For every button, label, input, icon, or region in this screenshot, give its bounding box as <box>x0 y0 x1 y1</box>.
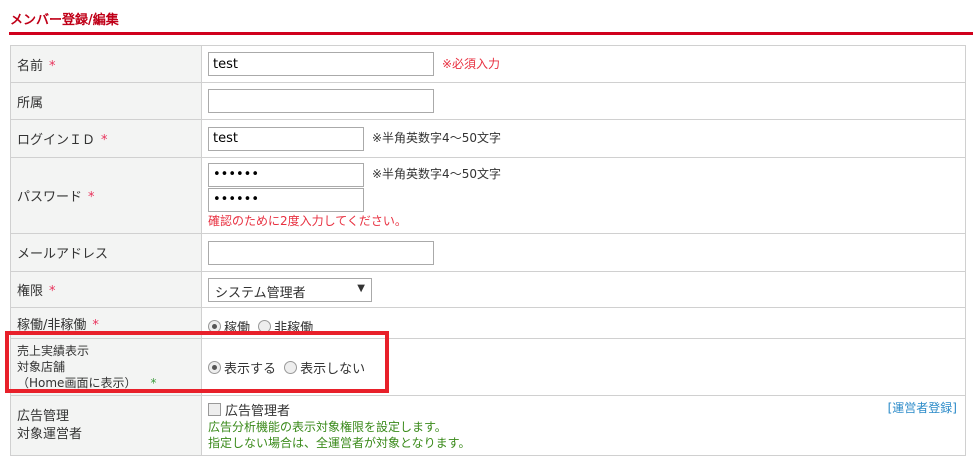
role-select[interactable]: システム管理者 ▼ <box>208 277 372 302</box>
label-dept: 所属 <box>17 95 44 111</box>
label-ads-2: 対象運営者 <box>17 426 83 442</box>
label-login: ログインＩＤ <box>17 133 96 148</box>
page-title: メンバー登録/編集 <box>10 13 119 28</box>
row-name: 名前 * ※必須入力 <box>10 45 966 83</box>
label-email: メールアドレス <box>17 247 109 262</box>
password-input[interactable] <box>208 162 364 187</box>
password-confirm-note: 確認のために2度入力してください。 <box>208 213 407 228</box>
dept-input[interactable] <box>208 89 434 113</box>
row-role: 権限 * システム管理者 ▼ <box>10 271 966 308</box>
highlight-box <box>5 331 389 393</box>
name-note: ※必須入力 <box>442 56 501 71</box>
login-note: ※半角英数字4～50文字 <box>372 131 501 145</box>
operator-register-link[interactable]: [運営者登録] <box>888 399 957 416</box>
label-role: 権限 <box>17 284 44 299</box>
row-dept: 所属 <box>10 82 966 120</box>
required-mark: * <box>49 284 56 299</box>
required-mark: * <box>101 133 108 148</box>
required-mark: * <box>88 190 95 205</box>
email-input[interactable] <box>208 240 434 265</box>
row-password: パスワード * ※半角英数字4～50文字 確認のために2度入力してください。 <box>10 157 966 234</box>
ad-manager-label: 広告管理者 <box>225 404 291 419</box>
row-ads: 広告管理対象運営者 広告管理者 広告分析機能の表示対象権限を設定します。 指定し… <box>10 395 966 456</box>
member-form: 名前 * ※必須入力 所属 ログインＩＤ * ※半角英数字4～50文字 パスワード *… <box>10 45 966 456</box>
row-email: メールアドレス <box>10 233 966 272</box>
label-ads-1: 広告管理 <box>17 408 70 424</box>
ad-manager-checkbox[interactable] <box>208 403 221 416</box>
role-selected: システム管理者 <box>215 285 306 301</box>
login-id-input[interactable] <box>208 126 364 151</box>
row-login: ログインＩＤ * ※半角英数字4～50文字 <box>10 119 966 158</box>
password-note: ※半角英数字4～50文字 <box>372 167 501 181</box>
ads-help-1: 広告分析機能の表示対象権限を設定します。 <box>208 420 447 434</box>
ads-help-2: 指定しない場合は、全運営者が対象となります。 <box>208 436 471 450</box>
dropdown-arrow-icon: ▼ <box>357 282 365 294</box>
label-name: 名前 <box>17 58 44 74</box>
name-input[interactable] <box>208 52 434 76</box>
required-mark: * <box>49 58 56 74</box>
title-divider <box>9 32 973 35</box>
password-confirm-input[interactable] <box>208 187 364 212</box>
label-password: パスワード <box>17 190 83 205</box>
